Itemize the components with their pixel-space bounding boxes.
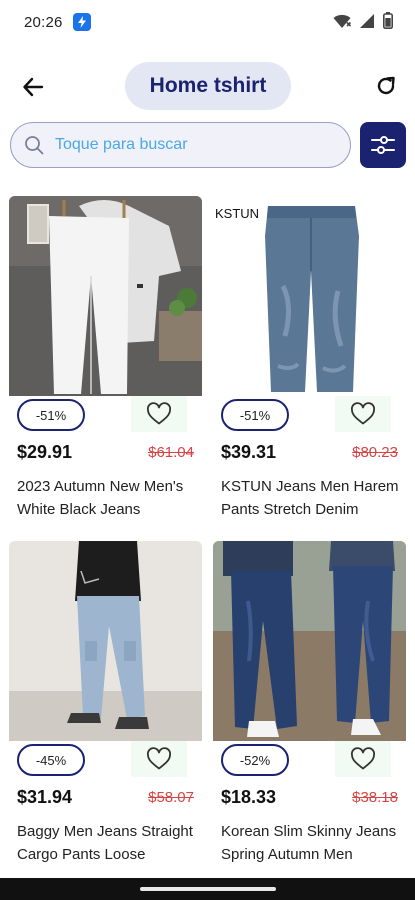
product-image[interactable]: [9, 196, 202, 396]
product-price: $18.33: [221, 787, 277, 807]
discount-badge: -51%: [221, 399, 289, 431]
battery-icon: [383, 12, 393, 29]
heart-icon: [351, 747, 375, 770]
search-bar[interactable]: [10, 122, 351, 168]
product-price: $39.31: [221, 442, 277, 462]
product-image[interactable]: [9, 541, 202, 741]
product-card[interactable]: -52% $18.33 $38.18 Korean Slim Skinny Je…: [213, 541, 406, 871]
refresh-icon: [377, 76, 395, 95]
signal-icon: [360, 13, 374, 28]
favorite-button[interactable]: [335, 741, 391, 777]
status-time: 20:26: [24, 13, 63, 31]
product-price: $29.91: [17, 442, 73, 462]
discount-badge: -51%: [17, 399, 85, 431]
favorite-button[interactable]: [131, 741, 187, 777]
system-navigation-bar: [0, 878, 415, 900]
arrow-left-icon: [23, 77, 44, 97]
filter-button[interactable]: [360, 122, 406, 168]
favorite-button[interactable]: [335, 396, 391, 432]
product-name[interactable]: KSTUN Jeans Men Harem Pants Stretch Deni…: [221, 475, 399, 521]
status-icons: [333, 12, 393, 29]
product-card[interactable]: -51% $29.91 $61.04 2023 Autumn New Men's…: [9, 196, 202, 526]
heart-icon: [351, 402, 375, 425]
refresh-button[interactable]: [371, 71, 401, 101]
product-name[interactable]: 2023 Autumn New Men's White Black Jeans: [17, 475, 195, 521]
product-original-price: $58.07: [148, 789, 194, 806]
back-button[interactable]: [18, 72, 48, 102]
page-title-pill: Home tshirt: [125, 62, 291, 110]
product-image[interactable]: [213, 541, 406, 741]
discount-badge: -45%: [17, 744, 85, 776]
product-original-price: $61.04: [148, 444, 194, 461]
search-icon: [23, 134, 45, 156]
discount-badge: -52%: [221, 744, 289, 776]
app-screen: 20:26 Home tshirt Toque para buscar -51%…: [0, 0, 415, 900]
product-card[interactable]: -45% $31.94 $58.07 Baggy Men Jeans Strai…: [9, 541, 202, 871]
top-app-bar: Home tshirt: [0, 58, 415, 114]
app-notification-icon: [72, 13, 91, 31]
product-original-price: $38.18: [352, 789, 398, 806]
product-name[interactable]: Baggy Men Jeans Straight Cargo Pants Loo…: [17, 820, 195, 866]
product-name[interactable]: Korean Slim Skinny Jeans Spring Autumn M…: [221, 820, 399, 866]
product-card[interactable]: KSTUN -51% $39.31 $80.23 KSTUN Jeans Men…: [213, 196, 406, 526]
status-bar: 20:26: [0, 0, 415, 44]
page-title: Home tshirt: [149, 74, 267, 97]
wifi-icon: [333, 14, 351, 28]
heart-icon: [147, 747, 171, 770]
sliders-icon: [371, 136, 395, 154]
search-input[interactable]: [55, 136, 325, 154]
product-image-brand-text: KSTUN: [215, 206, 259, 221]
gesture-handle[interactable]: [140, 887, 276, 891]
product-original-price: $80.23: [352, 444, 398, 461]
product-image[interactable]: KSTUN: [213, 196, 406, 396]
heart-icon: [147, 402, 171, 425]
favorite-button[interactable]: [131, 396, 187, 432]
product-price: $31.94: [17, 787, 73, 807]
